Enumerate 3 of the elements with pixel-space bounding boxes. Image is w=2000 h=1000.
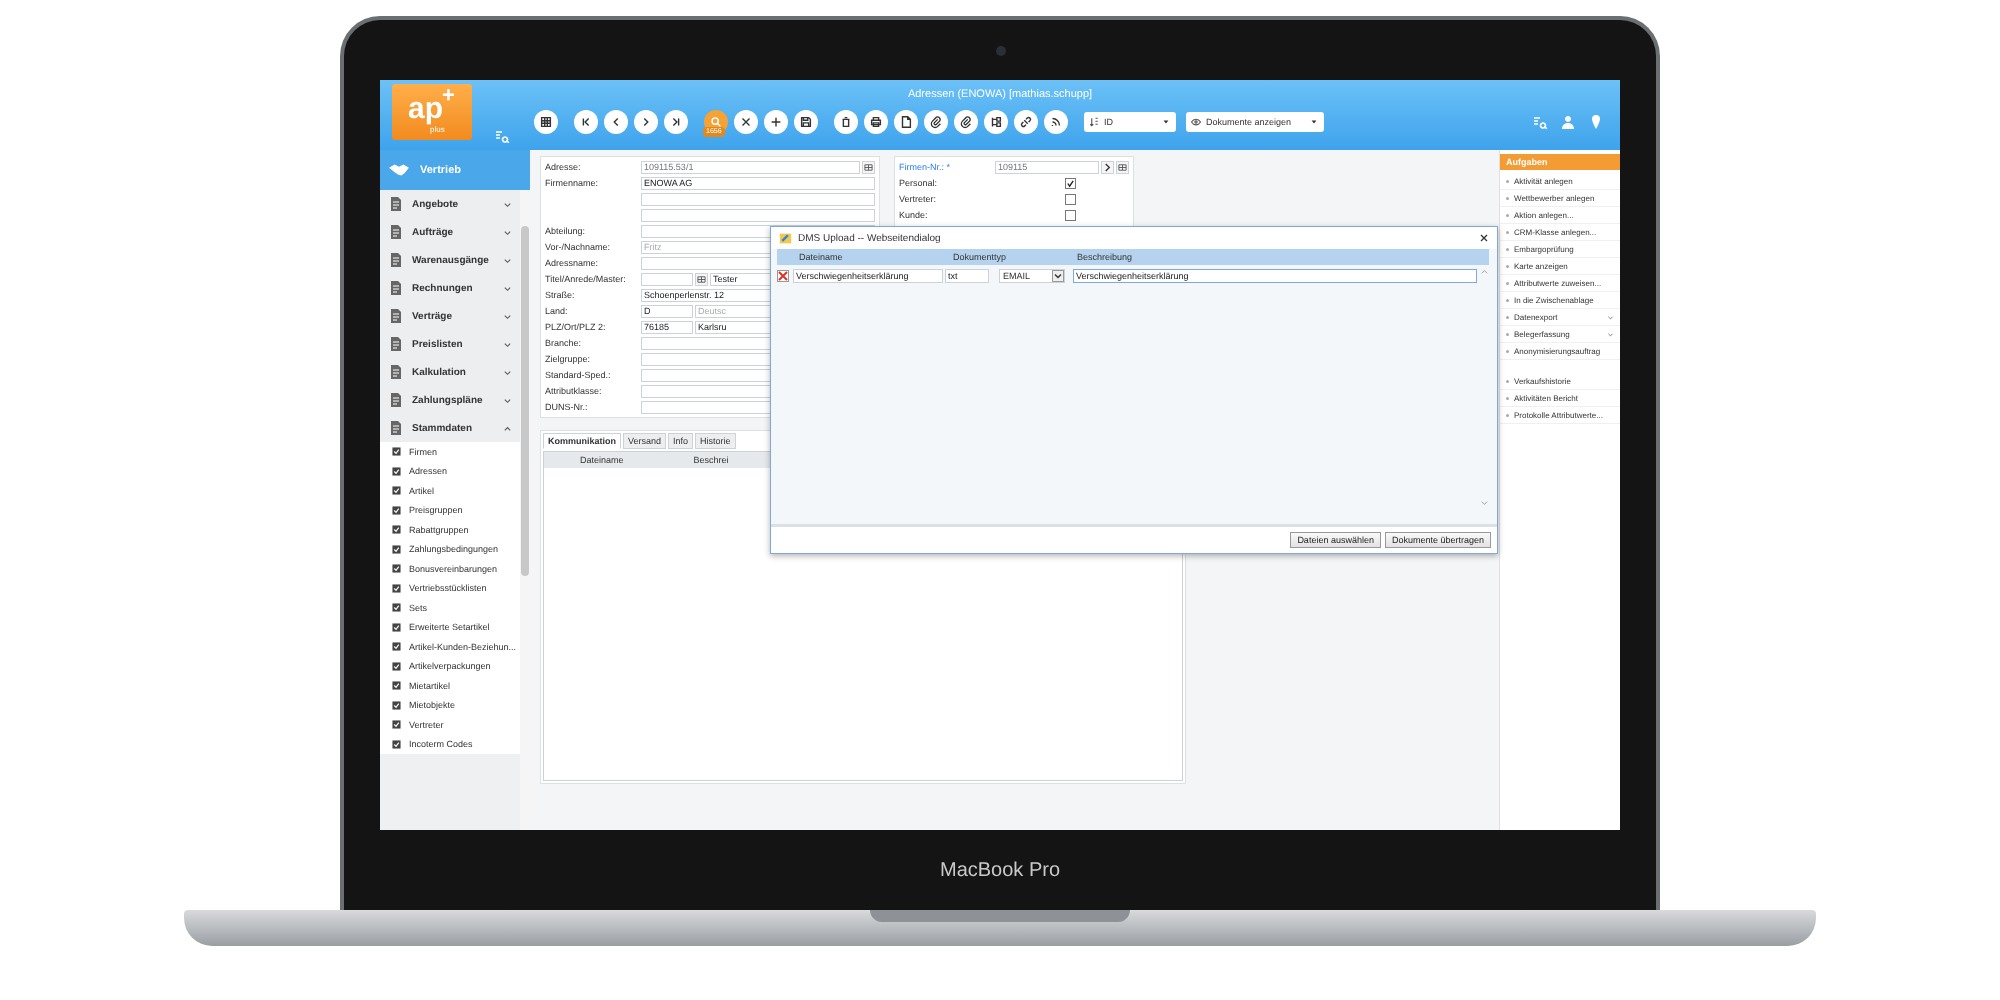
logo-text: ap (408, 94, 443, 124)
logo-plus: + (442, 84, 455, 106)
laptop-label: MacBook Pro (939, 859, 1061, 881)
